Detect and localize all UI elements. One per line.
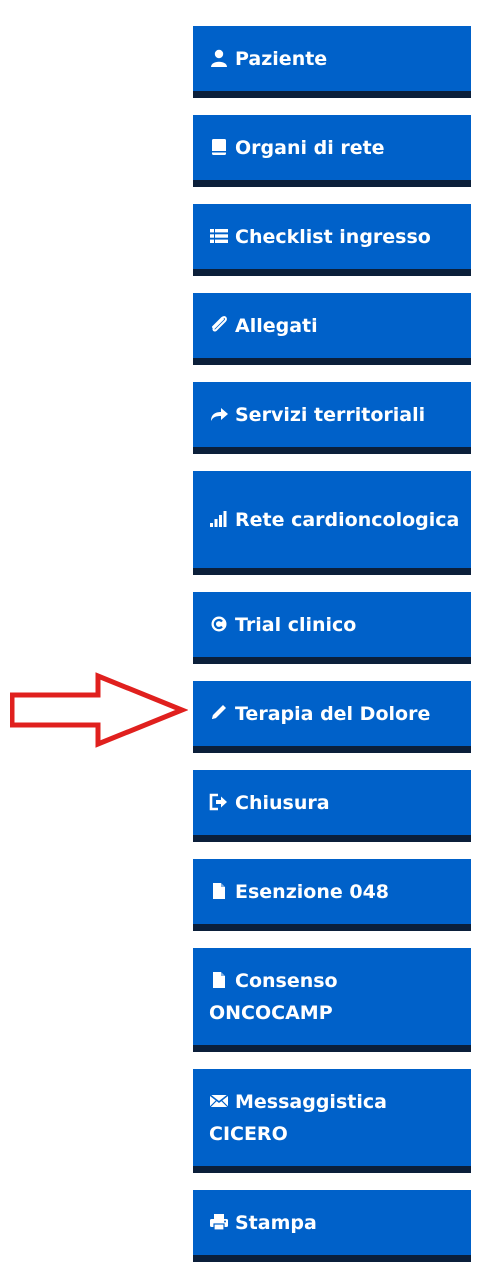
paziente-button[interactable]: Paziente: [193, 26, 471, 98]
chiusura-button[interactable]: Chiusura: [193, 770, 471, 842]
organi-di-rete-button[interactable]: Organi di rete: [193, 115, 471, 187]
pencil-icon: [209, 704, 231, 722]
side-menu: Paziente Organi di rete Checklist ingres…: [193, 26, 471, 1262]
trial-clinico-label: Trial clinico: [235, 613, 357, 636]
file-icon: [209, 971, 231, 989]
trial-clinico-button[interactable]: Trial clinico: [193, 592, 471, 664]
allegati-label: Allegati: [235, 314, 318, 337]
checklist-ingresso-label: Checklist ingresso: [235, 225, 431, 248]
checklist-ingresso-button[interactable]: Checklist ingresso: [193, 204, 471, 276]
red-outline-arrow-icon: [9, 672, 189, 750]
file-icon: [209, 882, 231, 900]
servizi-territoriali-button[interactable]: Servizi territoriali: [193, 382, 471, 454]
esenzione-048-label: Esenzione 048: [235, 880, 390, 903]
messaggistica-cicero-button[interactable]: Messaggistica CICERO: [193, 1069, 471, 1173]
stampa-button[interactable]: Stampa: [193, 1190, 471, 1262]
signal-bars-icon: [209, 510, 231, 528]
messaggistica-cicero-label: Messaggistica CICERO: [209, 1090, 387, 1145]
allegati-button[interactable]: Allegati: [193, 293, 471, 365]
paziente-label: Paziente: [235, 47, 328, 70]
consenso-oncocamp-button[interactable]: Consenso ONCOCAMP: [193, 948, 471, 1052]
logout-icon: [209, 793, 231, 811]
esenzione-048-button[interactable]: Esenzione 048: [193, 859, 471, 931]
paperclip-icon: [209, 315, 231, 334]
rete-cardioncologica-button[interactable]: Rete cardioncologica: [193, 471, 471, 575]
page: Paziente Organi di rete Checklist ingres…: [0, 0, 482, 1282]
servizi-territoriali-label: Servizi territoriali: [235, 403, 426, 426]
terapia-del-dolore-label: Terapia del Dolore: [235, 702, 431, 725]
user-icon: [209, 49, 231, 67]
list-icon: [209, 227, 231, 245]
share-arrow-icon: [209, 405, 231, 423]
copyright-circle-icon: [209, 615, 231, 633]
terapia-del-dolore-button[interactable]: Terapia del Dolore: [193, 681, 471, 753]
stampa-label: Stampa: [235, 1211, 317, 1234]
envelope-icon: [209, 1092, 231, 1110]
organi-di-rete-label: Organi di rete: [235, 136, 385, 159]
printer-icon: [209, 1213, 231, 1231]
chiusura-label: Chiusura: [235, 791, 330, 814]
book-icon: [209, 138, 231, 156]
rete-cardioncologica-label: Rete cardioncologica: [235, 508, 460, 531]
